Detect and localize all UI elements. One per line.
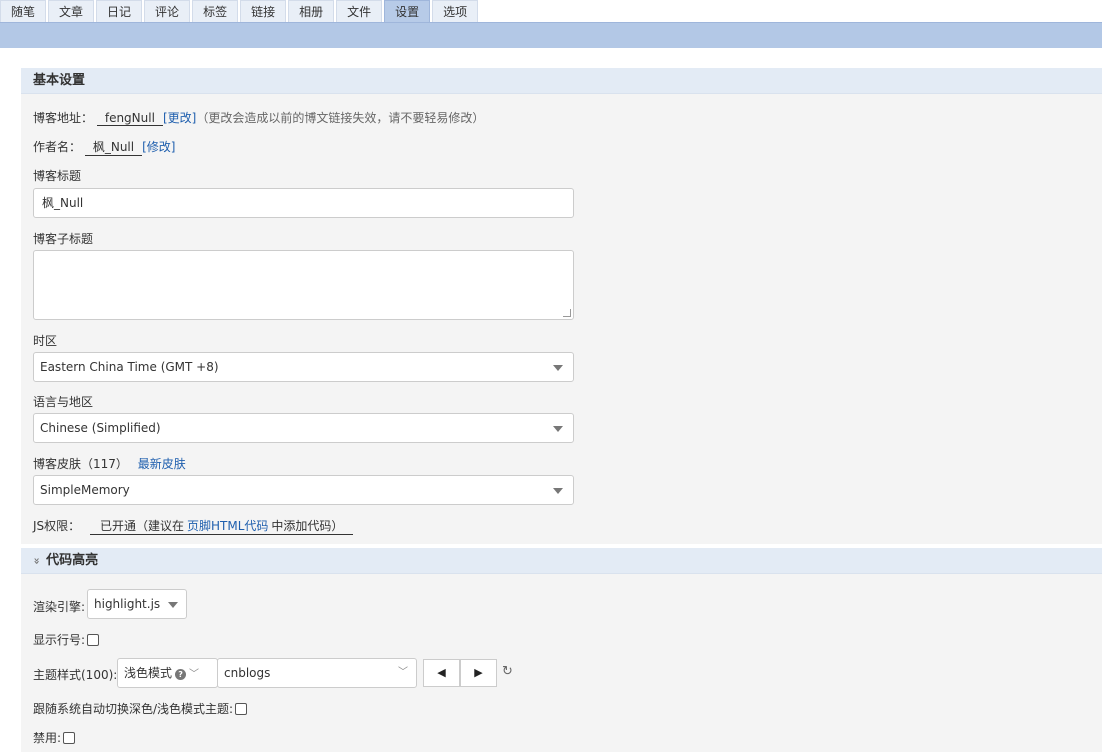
subtitle-label: 博客子标题 [33, 232, 94, 246]
tab-diary[interactable]: 日记 [96, 0, 143, 22]
latest-skins-link[interactable]: 最新皮肤 [138, 457, 186, 471]
footer-html-link[interactable]: 页脚HTML代码 [187, 519, 268, 533]
follow-system-checkbox[interactable] [235, 703, 248, 715]
skin-value: SimpleMemory [40, 483, 130, 497]
dropdown-caret-icon [553, 426, 563, 432]
next-theme-button[interactable]: ▶ [460, 659, 497, 687]
tab-content-bar [0, 22, 1102, 48]
skin-label: 博客皮肤（117） [33, 457, 128, 471]
skin-row: 博客皮肤（117） 最新皮肤 [33, 455, 186, 472]
engine-select[interactable]: highlight.js [87, 589, 187, 619]
author-label: 作者名： [33, 140, 82, 154]
basic-settings-panel: 基本设置 博客地址： fengNull [更改]（更改会造成以前的博文链接失效，请… [21, 68, 1102, 544]
theme-mode-select[interactable]: 浅色模式? ﹀ [117, 658, 218, 688]
dropdown-caret-icon [553, 488, 563, 494]
tab-posts[interactable]: 随笔 [0, 0, 47, 22]
next-arrow-icon: ▶ [474, 666, 483, 679]
tab-settings[interactable]: 设置 [384, 0, 431, 22]
prev-arrow-icon: ◀ [437, 666, 446, 679]
blog-title-label: 博客标题 [33, 169, 82, 183]
theme-select[interactable]: cnblogs ﹀ [217, 658, 417, 688]
line-numbers-checkbox[interactable] [87, 634, 100, 646]
timezone-select[interactable]: Eastern China Time (GMT +8) [33, 352, 574, 382]
blog-address-change-link[interactable]: [更改] [163, 111, 196, 125]
tab-albums[interactable]: 相册 [288, 0, 335, 22]
line-numbers-label: 显示行号: [33, 633, 86, 647]
language-select[interactable]: Chinese (Simplified) [33, 413, 574, 443]
collapse-chevron-icon: » [30, 557, 44, 565]
js-permission-label: JS权限： [33, 519, 81, 533]
js-permission-tail: 中添加代码） [271, 519, 344, 533]
code-highlight-panel: » 代码高亮 渲染引擎: highlight.js 显示行号: 主题样式(100)… [21, 548, 1102, 752]
tab-articles[interactable]: 文章 [48, 0, 95, 22]
prev-theme-button[interactable]: ◀ [423, 659, 460, 687]
code-highlight-title: 代码高亮 [46, 553, 99, 568]
author-row: 作者名： 枫_Null [修改] [33, 138, 175, 156]
skin-select[interactable]: SimpleMemory [33, 475, 574, 505]
subtitle-textarea[interactable] [33, 250, 574, 320]
engine-value: highlight.js [94, 597, 161, 611]
chevron-down-icon: ﹀ [189, 669, 200, 680]
blog-address-label: 博客地址： [33, 111, 94, 125]
help-icon[interactable]: ? [175, 669, 187, 680]
language-value: Chinese (Simplified) [40, 421, 161, 435]
tab-bar: 随笔 文章 日记 评论 标签 链接 相册 文件 设置 选项 [0, 0, 480, 22]
js-permission-row: JS权限： 已开通（建议在 页脚HTML代码 中添加代码） [33, 517, 354, 535]
blog-title-input[interactable]: 枫_Null [33, 188, 574, 218]
tab-options[interactable]: 选项 [432, 0, 479, 22]
follow-system-label: 跟随系统自动切换深色/浅色模式主题: [33, 702, 234, 716]
follow-system-row: 跟随系统自动切换深色/浅色模式主题: [33, 700, 248, 717]
js-permission-status-text: 已开通（建议在 [100, 519, 185, 533]
disable-label: 禁用: [33, 731, 62, 745]
basic-settings-title: 基本设置 [21, 68, 1102, 94]
author-change-link[interactable]: [修改] [142, 140, 175, 154]
line-numbers-row: 显示行号: [33, 631, 100, 648]
timezone-value: Eastern China Time (GMT +8) [40, 360, 219, 374]
disable-checkbox[interactable] [63, 732, 76, 744]
engine-label: 渲染引擎: [33, 600, 86, 614]
blog-address-value: fengNull [96, 111, 163, 126]
tab-links[interactable]: 链接 [240, 0, 287, 22]
js-permission-status: 已开通（建议在 页脚HTML代码 中添加代码） [90, 517, 354, 535]
refresh-icon[interactable]: ↻ [502, 664, 513, 679]
blog-address-row: 博客地址： fengNull [更改]（更改会造成以前的博文链接失效，请不要轻易修… [33, 109, 484, 126]
dropdown-caret-icon [553, 365, 563, 371]
language-label: 语言与地区 [33, 395, 94, 409]
blog-address-note: （更改会造成以前的博文链接失效，请不要轻易修改） [196, 111, 485, 125]
theme-mode-value: 浅色模式 [124, 666, 173, 680]
chevron-down-icon: ﹀ [398, 667, 408, 678]
timezone-label: 时区 [33, 334, 58, 348]
theme-value: cnblogs [224, 666, 271, 680]
tab-comments[interactable]: 评论 [144, 0, 191, 22]
disable-row: 禁用: [33, 729, 76, 746]
code-highlight-header[interactable]: » 代码高亮 [21, 548, 1102, 574]
theme-label: 主题样式(100): [33, 668, 118, 682]
tab-tags[interactable]: 标签 [192, 0, 239, 22]
tab-files[interactable]: 文件 [336, 0, 383, 22]
resize-handle-icon[interactable] [563, 309, 571, 317]
author-value: 枫_Null [84, 138, 143, 156]
dropdown-caret-icon [168, 602, 178, 608]
